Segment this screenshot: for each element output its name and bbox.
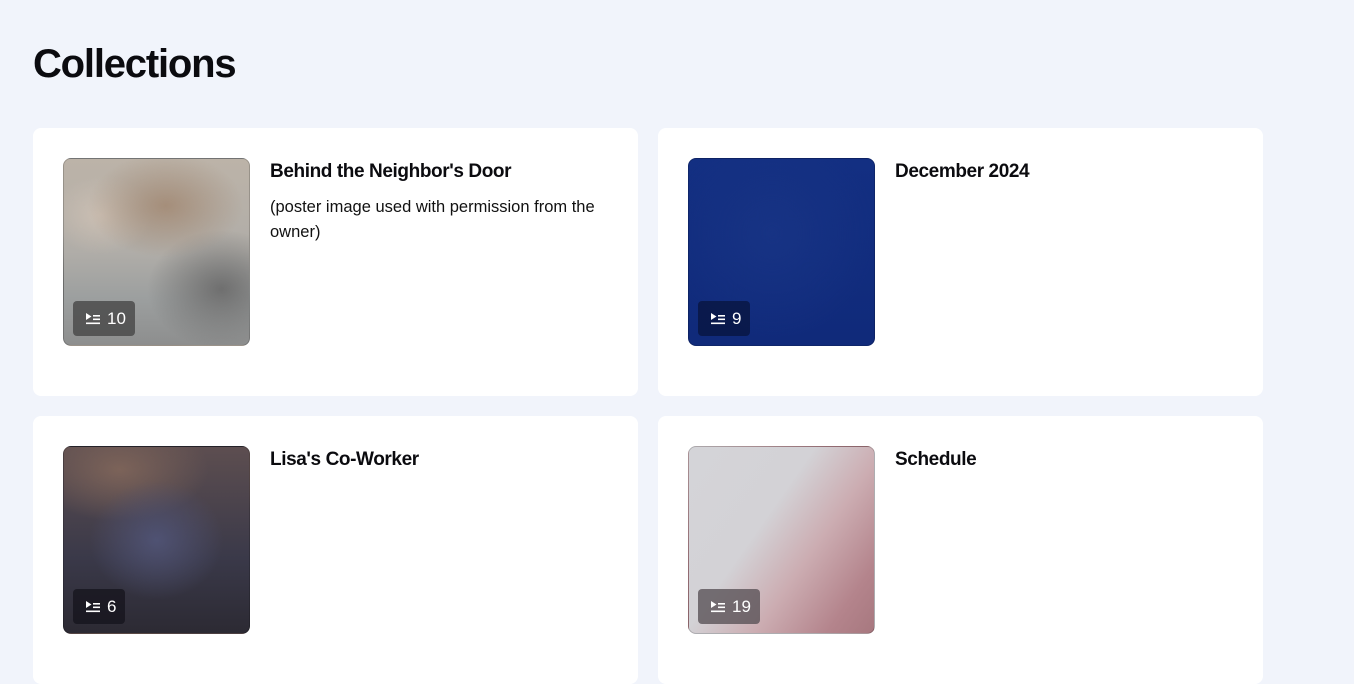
playlist-icon — [711, 600, 725, 612]
video-count-badge: 19 — [698, 589, 760, 624]
video-count-badge: 10 — [73, 301, 135, 336]
page-title: Collections — [33, 42, 237, 86]
video-count-badge: 6 — [73, 589, 126, 624]
collection-title[interactable]: Lisa's Co-Worker — [270, 449, 610, 472]
collection-title[interactable]: December 2024 — [895, 161, 1235, 184]
collection-card[interactable]: 19 Schedule — [658, 416, 1263, 684]
collection-thumbnail[interactable]: 19 — [688, 446, 875, 634]
collection-thumbnail[interactable]: 6 — [63, 446, 250, 634]
video-count: 9 — [732, 308, 742, 328]
playlist-icon — [711, 312, 725, 324]
collection-description: (poster image used with permission from … — [270, 198, 595, 241]
collections-grid: 10 Behind the Neighbor's Door (poster im… — [33, 128, 1263, 684]
collection-thumbnail[interactable]: 10 — [63, 158, 250, 346]
collection-card[interactable]: 6 Lisa's Co-Worker — [33, 416, 638, 684]
video-count: 10 — [107, 308, 126, 328]
video-count: 19 — [732, 596, 751, 616]
collection-thumbnail[interactable]: 9 — [688, 158, 875, 346]
video-count-badge: 9 — [698, 301, 751, 336]
playlist-icon — [86, 600, 100, 612]
collection-title[interactable]: Schedule — [895, 449, 1235, 472]
collection-card[interactable]: 10 Behind the Neighbor's Door (poster im… — [33, 128, 638, 396]
collection-card[interactable]: 9 December 2024 — [658, 128, 1263, 396]
collection-title[interactable]: Behind the Neighbor's Door — [270, 161, 610, 184]
video-count: 6 — [107, 596, 117, 616]
playlist-icon — [86, 312, 100, 324]
